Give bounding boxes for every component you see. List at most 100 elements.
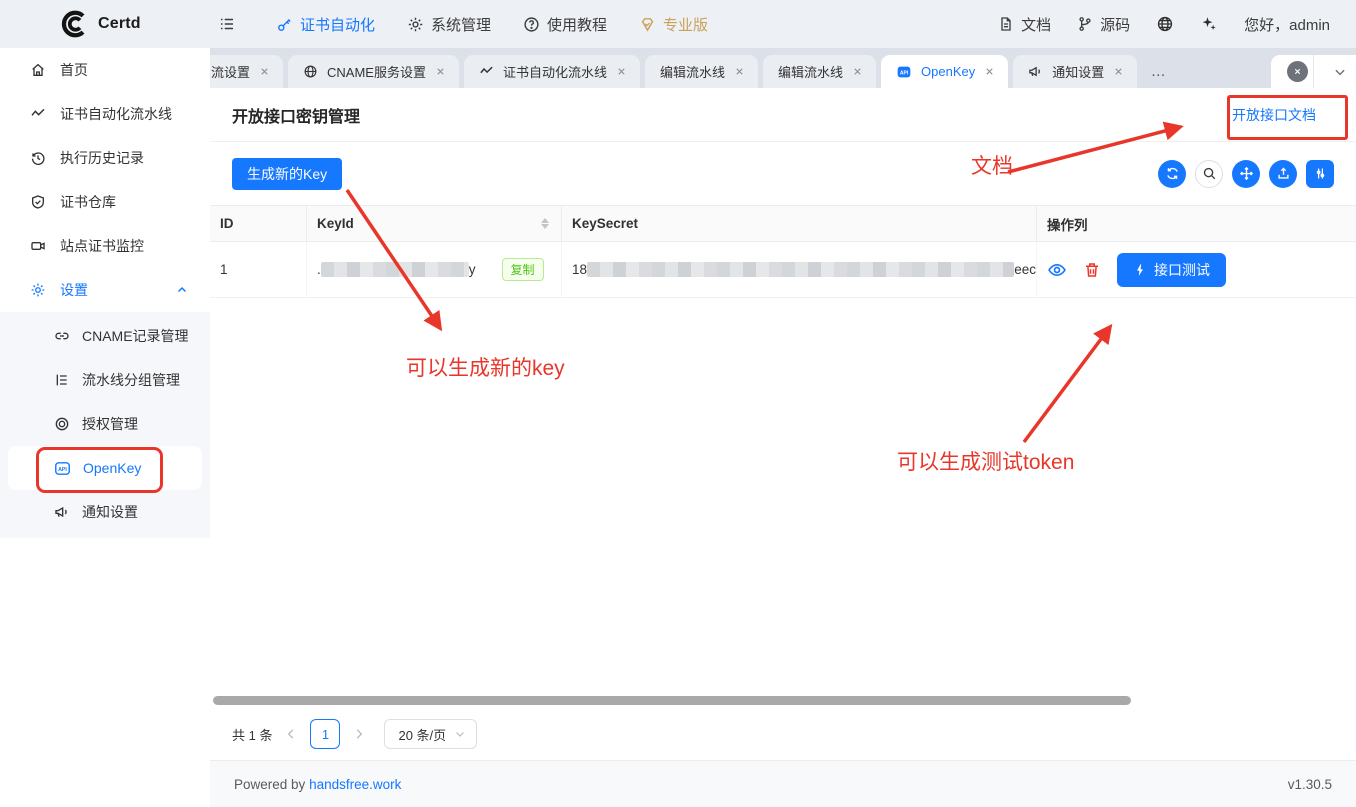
horizontal-scrollbar[interactable] bbox=[213, 696, 1131, 705]
export-button[interactable] bbox=[1269, 160, 1297, 188]
nav-tutorial[interactable]: 使用教程 bbox=[515, 14, 615, 35]
nav-cert-automation[interactable]: 证书自动化 bbox=[268, 14, 383, 35]
cell-keyid: . y 复制 bbox=[307, 242, 562, 297]
sidebar-item-label: 通知设置 bbox=[82, 502, 138, 522]
sidebar-item-label: CNAME记录管理 bbox=[82, 326, 189, 346]
tab-label: OpenKey bbox=[921, 64, 975, 79]
sidebar-item-home[interactable]: 首页 bbox=[0, 48, 210, 92]
nav-system-manage[interactable]: 系统管理 bbox=[399, 14, 499, 35]
tab-notify-settings[interactable]: 通知设置 bbox=[1013, 55, 1137, 88]
close-icon[interactable] bbox=[734, 66, 745, 77]
cell-operations: 接口测试 bbox=[1037, 242, 1356, 297]
sidebar-item-label: 证书自动化流水线 bbox=[60, 104, 172, 124]
tab-actions-panel bbox=[1271, 55, 1356, 88]
tab-edit-pipeline-1[interactable]: 编辑流水线 bbox=[645, 55, 758, 88]
source-code-link[interactable]: 源码 bbox=[1077, 14, 1130, 35]
key-icon bbox=[276, 16, 293, 33]
sidebar-item-label: 站点证书监控 bbox=[60, 236, 144, 256]
main-content: 开放接口密钥管理 开放接口文档 生成新的Key bbox=[210, 88, 1356, 760]
api-test-button[interactable]: 接口测试 bbox=[1117, 253, 1226, 287]
sidebar-item-pipelines[interactable]: 证书自动化流水线 bbox=[0, 92, 210, 136]
tab-label: CNAME服务设置 bbox=[327, 62, 426, 81]
sidebar-item-label: 执行历史记录 bbox=[60, 148, 144, 168]
nav-pro-label: 专业版 bbox=[663, 14, 708, 35]
sidebar-item-history[interactable]: 执行历史记录 bbox=[0, 136, 210, 180]
nav-pro-edition[interactable]: 专业版 bbox=[631, 14, 716, 35]
docs-link-label: 文档 bbox=[1021, 14, 1051, 35]
monitor-camera-icon bbox=[30, 238, 46, 254]
tab-openkey[interactable]: API OpenKey bbox=[881, 55, 1008, 88]
prev-page-icon[interactable] bbox=[284, 727, 298, 741]
top-nav: 证书自动化 系统管理 使用教程 bbox=[268, 14, 716, 35]
sidebar-item-cname-records[interactable]: CNAME记录管理 bbox=[0, 314, 210, 358]
sort-icon[interactable] bbox=[541, 218, 549, 229]
move-button[interactable] bbox=[1232, 160, 1260, 188]
tab-cname-service[interactable]: CNAME服务设置 bbox=[288, 55, 459, 88]
sidebar-item-openkey[interactable]: API OpenKey bbox=[8, 446, 202, 490]
tab-label: 证书自动化流水线 bbox=[503, 62, 607, 81]
tab-more-button[interactable]: … bbox=[1142, 55, 1176, 88]
sidebar-item-pipeline-groups[interactable]: 流水线分组管理 bbox=[0, 358, 210, 402]
sidebar-item-auth-manage[interactable]: 授权管理 bbox=[0, 402, 210, 446]
document-icon bbox=[998, 16, 1014, 32]
docs-link[interactable]: 文档 bbox=[998, 14, 1051, 35]
close-icon[interactable] bbox=[1113, 66, 1124, 77]
table-row: 1 . y 复制 18 eec bbox=[210, 242, 1356, 298]
pagination-total: 共 1 条 bbox=[232, 725, 272, 744]
refresh-button[interactable] bbox=[1158, 160, 1186, 188]
column-header-keyid[interactable]: KeyId bbox=[307, 206, 562, 241]
search-icon bbox=[1202, 166, 1217, 181]
tab-flow-settings[interactable]: 流设置 bbox=[210, 55, 283, 88]
sidebar-item-site-monitor[interactable]: 站点证书监控 bbox=[0, 224, 210, 268]
column-header-id[interactable]: ID bbox=[210, 206, 307, 241]
copy-button[interactable]: 复制 bbox=[502, 258, 544, 281]
api-icon: API bbox=[896, 64, 912, 80]
api-icon: API bbox=[54, 460, 71, 477]
tab-edit-pipeline-2[interactable]: 编辑流水线 bbox=[763, 55, 876, 88]
redacted-keyid bbox=[321, 262, 469, 277]
table-header-row: ID KeyId KeySecret 操作列 bbox=[210, 206, 1356, 242]
page-number-button[interactable]: 1 bbox=[310, 719, 340, 749]
theme-sparkles-icon[interactable] bbox=[1200, 15, 1218, 33]
powered-by-text: Powered by bbox=[234, 777, 305, 792]
pagination: 共 1 条 1 20 条/页 bbox=[210, 714, 1356, 754]
user-greeting[interactable]: 您好，admin bbox=[1244, 14, 1330, 35]
language-globe-icon[interactable] bbox=[1156, 15, 1174, 33]
sidebar-item-cert-repo[interactable]: 证书仓库 bbox=[0, 180, 210, 224]
view-eye-icon[interactable] bbox=[1047, 260, 1067, 280]
page-size-select[interactable]: 20 条/页 bbox=[384, 719, 477, 749]
megaphone-icon bbox=[1028, 64, 1043, 79]
next-page-icon[interactable] bbox=[352, 727, 366, 741]
version-text: v1.30.5 bbox=[1288, 777, 1332, 792]
close-icon[interactable] bbox=[616, 66, 627, 77]
handsfree-link[interactable]: handsfree.work bbox=[309, 777, 401, 792]
close-icon[interactable] bbox=[852, 66, 863, 77]
keysecret-suffix: eec bbox=[1014, 262, 1036, 277]
close-icon[interactable] bbox=[259, 66, 270, 77]
generate-key-button[interactable]: 生成新的Key bbox=[232, 158, 342, 190]
tab-list-dropdown-button[interactable] bbox=[1313, 55, 1356, 88]
sidebar-item-notify-settings[interactable]: 通知设置 bbox=[0, 490, 210, 534]
open-api-doc-link[interactable]: 开放接口文档 bbox=[1232, 105, 1334, 125]
sidebar-item-label: 设置 bbox=[60, 280, 88, 300]
tab-label: 通知设置 bbox=[1052, 62, 1104, 81]
keyid-suffix: y bbox=[469, 262, 476, 277]
delete-trash-icon[interactable] bbox=[1083, 261, 1101, 279]
column-header-label: KeyId bbox=[317, 216, 354, 231]
sidebar-collapse-icon[interactable] bbox=[210, 15, 244, 33]
search-button[interactable] bbox=[1195, 160, 1223, 188]
brand[interactable]: Certd bbox=[0, 9, 210, 39]
settings-submenu: CNAME记录管理 流水线分组管理 授权管理 bbox=[0, 312, 210, 538]
page-header-row: 开放接口密钥管理 开放接口文档 bbox=[210, 88, 1356, 142]
close-all-tabs-button[interactable] bbox=[1271, 55, 1313, 88]
close-icon[interactable] bbox=[435, 66, 446, 77]
column-header-keysecret[interactable]: KeySecret bbox=[562, 206, 1037, 241]
column-settings-button[interactable] bbox=[1306, 160, 1334, 188]
tab-cert-pipelines[interactable]: 证书自动化流水线 bbox=[464, 55, 640, 88]
cell-id: 1 bbox=[210, 242, 307, 297]
page-title: 开放接口密钥管理 bbox=[232, 103, 360, 127]
close-icon[interactable] bbox=[984, 66, 995, 77]
source-link-label: 源码 bbox=[1100, 14, 1130, 35]
question-circle-icon bbox=[523, 16, 540, 33]
sidebar-item-settings[interactable]: 设置 bbox=[0, 268, 210, 312]
